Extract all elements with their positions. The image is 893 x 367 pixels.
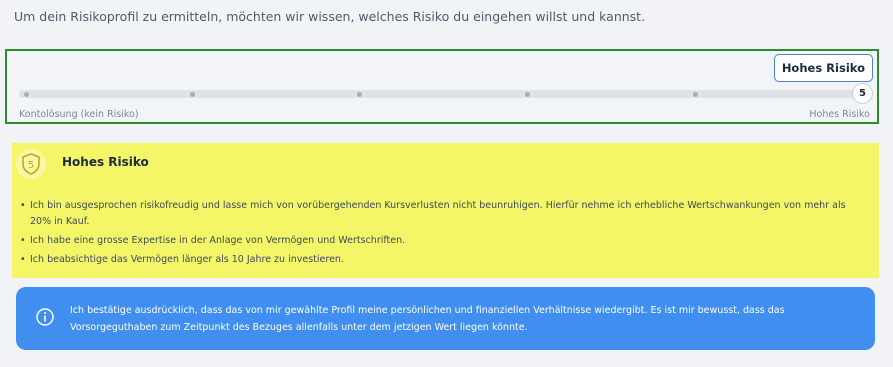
profile-title: Hohes Risiko (62, 155, 149, 169)
badge-value: 5 (28, 160, 34, 171)
list-item: Ich habe eine grosse Expertise in der An… (20, 233, 860, 249)
list-item: Ich beabsichtige das Vermögen länger als… (20, 252, 860, 268)
slider-max-label: Hohes Risiko (809, 109, 870, 120)
slider-tick-3[interactable] (357, 92, 362, 97)
confirmation-notice: Ich bestätige ausdrücklich, dass das von… (16, 287, 875, 350)
slider-track[interactable]: 5 (19, 83, 873, 104)
slider-tick-4[interactable] (525, 92, 530, 97)
risk-profile-card: 5 Hohes Risiko Ich bin ausgesprochen ris… (12, 143, 879, 278)
shield-icon: 5 (16, 149, 46, 179)
slider-tooltip: Hohes Risiko (773, 54, 873, 82)
slider-tick-5[interactable] (693, 92, 698, 97)
slider-thumb[interactable]: 5 (852, 83, 873, 104)
slider-min-label: Kontolösung (kein Risiko) (19, 109, 139, 120)
intro-text: Um dein Risikoprofil zu ermitteln, möcht… (14, 9, 646, 24)
slider-tick-1[interactable] (24, 92, 29, 97)
risk-slider[interactable]: Hohes Risiko 5 Kontolösung (kein Risiko)… (5, 49, 879, 124)
confirmation-text: Ich bestätige ausdrücklich, dass das von… (70, 305, 785, 333)
slider-tick-2[interactable] (190, 92, 195, 97)
list-item: Ich bin ausgesprochen risikofreudig und … (20, 198, 860, 230)
info-icon (36, 308, 54, 326)
profile-bullets: Ich bin ausgesprochen risikofreudig und … (20, 198, 860, 271)
